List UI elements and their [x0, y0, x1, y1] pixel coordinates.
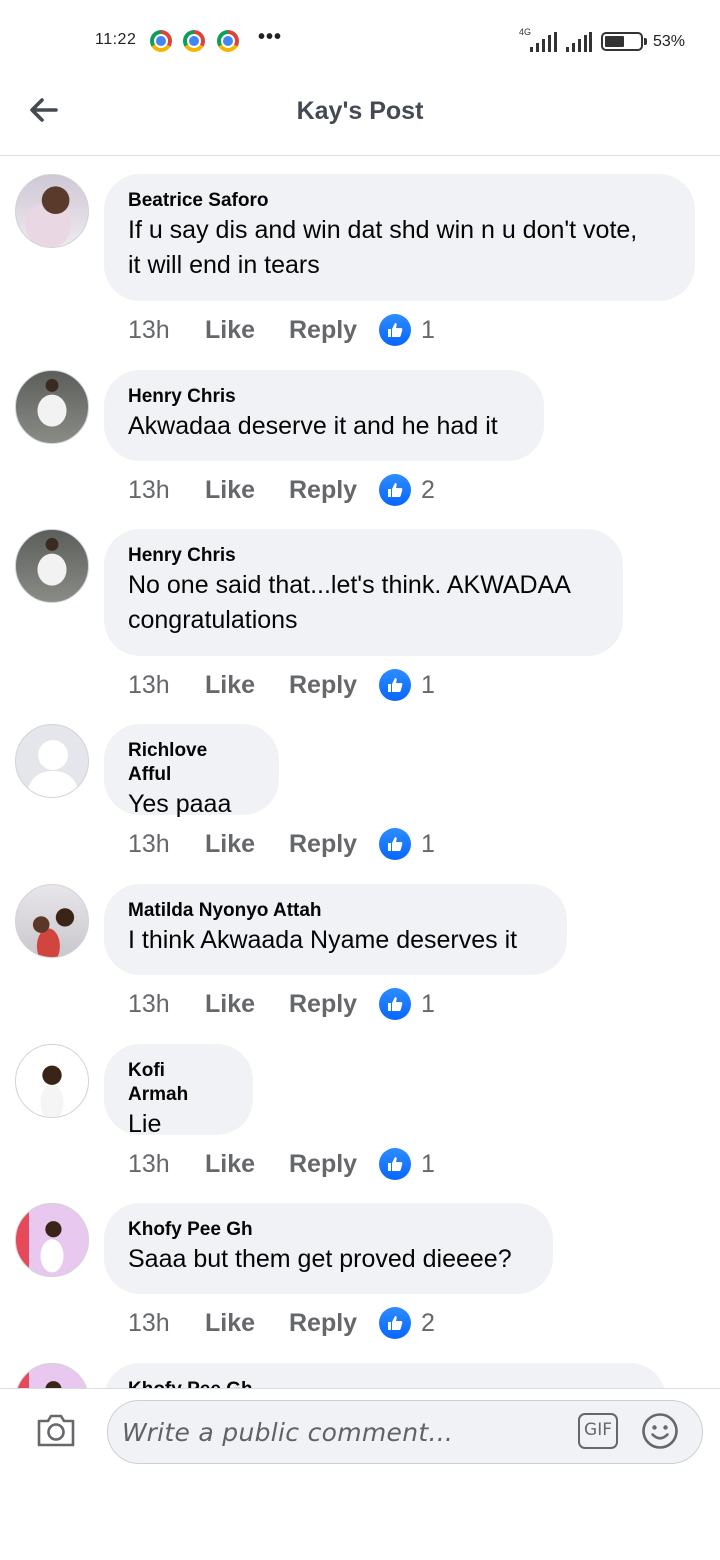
- reply-button[interactable]: Reply: [289, 671, 379, 700]
- comment-actions: 13h Like Reply 2: [128, 1306, 435, 1340]
- status-time: 11:22: [95, 31, 137, 48]
- cell-signal-icon: [530, 32, 557, 52]
- reaction-count: 1: [421, 315, 435, 344]
- comment-actions: 13h Like Reply 1: [128, 987, 435, 1021]
- comment-actions: 13h Like Reply 1: [128, 668, 435, 702]
- reaction-count: 2: [421, 475, 435, 504]
- thumbs-up-icon[interactable]: [379, 669, 411, 701]
- like-button[interactable]: Like: [205, 1150, 289, 1179]
- comment-text: it will end in tears: [128, 251, 320, 279]
- like-button[interactable]: Like: [205, 316, 289, 345]
- comment-author[interactable]: Henry Chris: [128, 544, 599, 568]
- comment-time: 13h: [128, 989, 170, 1018]
- reply-button[interactable]: Reply: [289, 990, 379, 1019]
- comment-bubble[interactable]: Matilda Nyonyo Attah I think Akwaada Nya…: [104, 884, 567, 975]
- battery-percent: 53%: [653, 33, 686, 50]
- chrome-notification-icon: [150, 30, 172, 52]
- reply-button[interactable]: Reply: [289, 1309, 379, 1338]
- like-button[interactable]: Like: [205, 990, 289, 1019]
- reaction-count: 1: [421, 1149, 435, 1178]
- comment-text: Yes paaa: [128, 790, 232, 818]
- comment-author[interactable]: Khofy Pee Gh: [128, 1218, 529, 1242]
- comment-bubble[interactable]: Henry Chris No one said that...let's thi…: [104, 529, 623, 656]
- comment-actions: 13h Like Reply 1: [128, 827, 435, 861]
- like-button[interactable]: Like: [205, 671, 289, 700]
- comment-bubble[interactable]: Henry Chris Akwadaa deserve it and he ha…: [104, 370, 544, 461]
- post-header: Kay's Post: [0, 80, 720, 156]
- reply-button[interactable]: Reply: [289, 1150, 379, 1179]
- comment-text: If u say dis and win dat shd win n u don…: [128, 216, 638, 244]
- like-button[interactable]: Like: [205, 1309, 289, 1338]
- reaction-count: 1: [421, 989, 435, 1018]
- avatar[interactable]: [15, 1044, 89, 1118]
- avatar[interactable]: [15, 529, 89, 603]
- reply-button[interactable]: Reply: [289, 316, 379, 345]
- battery-icon: [601, 32, 647, 51]
- reaction-count: 1: [421, 670, 435, 699]
- avatar[interactable]: [15, 1203, 89, 1277]
- comment-text: Akwadaa deserve it and he had it: [128, 412, 498, 440]
- comment-actions: 13h Like Reply 1: [128, 1147, 435, 1181]
- comment-bubble[interactable]: Kofi Armah Lie: [104, 1044, 253, 1138]
- page-title: Kay's Post: [296, 97, 424, 125]
- comment-bubble[interactable]: Beatrice Saforo If u say dis and win dat…: [104, 174, 695, 301]
- reaction-count: 2: [421, 1308, 435, 1337]
- camera-icon[interactable]: [35, 1411, 77, 1449]
- comment-author[interactable]: Henry Chris: [128, 385, 520, 409]
- comment-author[interactable]: Richlove Afful: [128, 739, 255, 787]
- thumbs-up-icon[interactable]: [379, 314, 411, 346]
- comment-input-placeholder: Write a public comment...: [122, 1418, 454, 1447]
- avatar[interactable]: [15, 884, 89, 958]
- comment-time: 13h: [128, 315, 170, 344]
- comment-author[interactable]: Beatrice Saforo: [128, 189, 671, 213]
- comment-actions: 13h Like Reply 2: [128, 473, 435, 507]
- chrome-notification-icon: [217, 30, 239, 52]
- comment-text: No one said that...let's think. AKWADAA: [128, 571, 571, 599]
- thumbs-up-icon[interactable]: [379, 988, 411, 1020]
- thumbs-up-icon[interactable]: [379, 828, 411, 860]
- comment-time: 13h: [128, 475, 170, 504]
- comment-time: 13h: [128, 1149, 170, 1178]
- more-notifications-icon: •••: [258, 26, 283, 48]
- comment-bubble[interactable]: Richlove Afful Yes paaa: [104, 724, 279, 818]
- thumbs-up-icon[interactable]: [379, 1307, 411, 1339]
- avatar[interactable]: [15, 174, 89, 248]
- cell-signal-icon: [566, 32, 592, 52]
- comment-actions: 13h Like Reply 1: [128, 313, 435, 347]
- reaction-count: 1: [421, 829, 435, 858]
- comment-text: congratulations: [128, 606, 298, 634]
- comment-input[interactable]: Write a public comment... GIF: [107, 1400, 703, 1464]
- default-avatar-icon[interactable]: [15, 724, 89, 798]
- thumbs-up-icon[interactable]: [379, 1148, 411, 1180]
- comment-text: Lie: [128, 1110, 162, 1138]
- comment-bubble[interactable]: Khofy Pee Gh Saaa but them get proved di…: [104, 1203, 553, 1294]
- comment-time: 13h: [128, 829, 170, 858]
- chrome-notification-icon: [183, 30, 205, 52]
- comment-text: Saaa but them get proved dieeee?: [128, 1245, 512, 1273]
- comment-time: 13h: [128, 1308, 170, 1337]
- comment-composer: Write a public comment... GIF: [0, 1388, 720, 1560]
- comment-text: I think Akwaada Nyame deserves it: [128, 926, 518, 954]
- avatar[interactable]: [15, 370, 89, 444]
- reply-button[interactable]: Reply: [289, 830, 379, 859]
- reply-button[interactable]: Reply: [289, 476, 379, 505]
- thumbs-up-icon[interactable]: [379, 474, 411, 506]
- comment-author[interactable]: Matilda Nyonyo Attah: [128, 899, 543, 923]
- like-button[interactable]: Like: [205, 830, 289, 859]
- comment-time: 13h: [128, 670, 170, 699]
- comment-author[interactable]: Kofi Armah: [128, 1059, 229, 1107]
- emoji-icon[interactable]: [641, 1412, 679, 1450]
- status-bar: 11:22 ••• 4G 53%: [0, 0, 720, 80]
- gif-button[interactable]: GIF: [578, 1413, 618, 1449]
- like-button[interactable]: Like: [205, 476, 289, 505]
